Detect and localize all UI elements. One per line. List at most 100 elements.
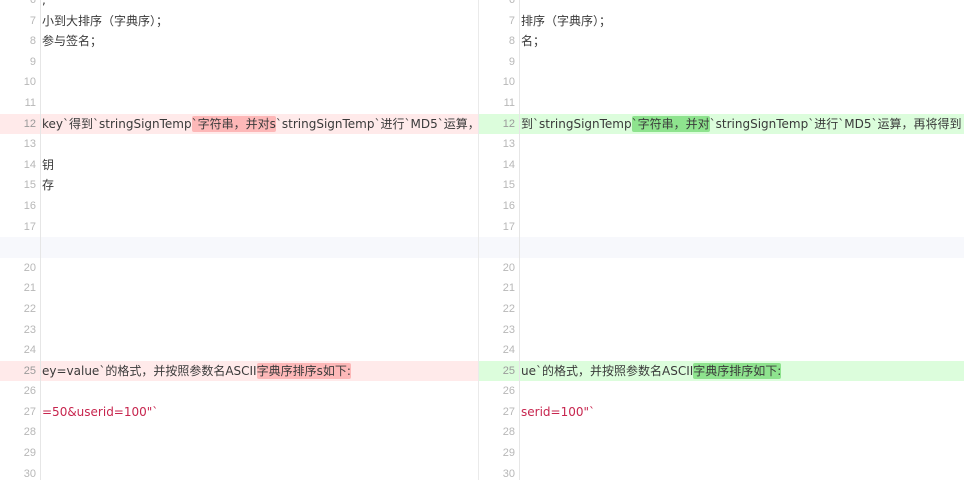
line-number: 29 [502, 447, 515, 460]
line-number: 9 [508, 55, 515, 68]
line-number: 11 [24, 96, 36, 109]
diff-line: 8 名； [479, 31, 964, 52]
diff-line: 21 [479, 278, 964, 299]
diff-pane-original[interactable]: 6, 7 小到大排序（字典序）； 8 参与签名； 9 10 11 12 key`得到`strin… [0, 0, 479, 480]
line-number: 16 [23, 199, 36, 212]
line-number: 13 [23, 138, 36, 151]
line-number: 10 [23, 76, 36, 89]
line-number: 13 [502, 138, 515, 151]
line-number: 20 [502, 261, 515, 274]
line-content: 名； [521, 31, 545, 52]
diff-line: 10 [479, 72, 964, 93]
line-number: 20 [23, 261, 36, 274]
split-diff-view: 6, 7 小到大排序（字典序）； 8 参与签名； 9 10 11 12 key`得到`strin… [0, 0, 964, 480]
line-text: 排序（字典序）； [521, 13, 612, 28]
line-number: 17 [502, 220, 515, 233]
inserted-text-highlight: 字典序排序如下: [693, 362, 782, 379]
diff-line: 17 [479, 217, 964, 238]
diff-lines: 6 7 排序（字典序）； 8 名； 9 10 11 12 到`stringSignTemp`字符串… [479, 0, 964, 480]
line-number: 15 [502, 179, 515, 192]
line-content: 钥 [42, 155, 54, 176]
line-text: 钥 [42, 157, 55, 172]
diff-line: 13 [479, 134, 964, 155]
line-number: 30 [502, 467, 515, 480]
line-number: 24 [23, 344, 36, 357]
line-content: 排序（字典序）； [521, 11, 611, 32]
line-text: ue`的格式，并按照参数名ASCII [521, 363, 694, 378]
diff-line: 23 [479, 320, 964, 341]
diff-line: 26 [479, 381, 964, 402]
diff-line: 23 [0, 320, 478, 341]
diff-line: 27 serid=100"` [479, 402, 964, 423]
diff-line: 17 [0, 217, 478, 238]
diff-line: 28 [479, 422, 964, 443]
diff-line-added: 25 ue`的格式，并按照参数名ASCII字典序排序如下: [479, 360, 964, 382]
diff-line: 24 [0, 340, 478, 361]
diff-line: 20 [0, 258, 478, 279]
inserted-text-highlight: `字符串，并对 [631, 115, 710, 132]
diff-line-deleted: 12 key`得到`stringSignTemp`字符串，并对s`stringS… [0, 113, 479, 135]
diff-line: 15 [479, 175, 964, 196]
line-number: 23 [502, 323, 515, 336]
line-number: 17 [23, 220, 36, 233]
line-number: 14 [23, 158, 36, 171]
diff-line: 20 [479, 258, 964, 279]
line-text: 名； [521, 34, 546, 49]
diff-line: 24 [479, 340, 964, 361]
line-number: 15 [23, 179, 36, 192]
line-number: 16 [502, 199, 515, 212]
line-text: =50&userid=100"` [42, 404, 159, 419]
diff-line-filler [479, 237, 964, 258]
diff-line: 14 [479, 155, 964, 176]
line-number: 28 [502, 426, 515, 439]
diff-line: 21 [0, 278, 478, 299]
diff-line: 16 [479, 196, 964, 217]
line-text: 小到大排序（字典序）； [42, 13, 169, 28]
line-text: `stringSignTemp`进行`MD5`运算， [275, 116, 479, 131]
line-number: 22 [23, 302, 36, 315]
diff-lines: 6, 7 小到大排序（字典序）； 8 参与签名； 9 10 11 12 key`得到`strin… [0, 0, 478, 480]
diff-line: 8 参与签名； [0, 31, 478, 52]
line-content: serid=100"` [521, 402, 595, 423]
line-number: 22 [502, 302, 515, 315]
diff-line: 22 [479, 299, 964, 320]
line-text: , [42, 0, 46, 7]
diff-line: 22 [0, 299, 478, 320]
diff-line: 7 小到大排序（字典序）； [0, 11, 478, 32]
line-number: 27 [23, 405, 36, 418]
diff-line: 14 钥 [0, 155, 478, 176]
line-number: 28 [23, 426, 36, 439]
line-number: 10 [502, 76, 515, 89]
line-number: 8 [29, 35, 36, 48]
line-number: 7 [29, 14, 36, 27]
line-number: 30 [23, 467, 36, 480]
line-number: 25 [502, 364, 515, 377]
diff-line: 9 [0, 52, 478, 73]
diff-line: 27 =50&userid=100"` [0, 402, 478, 423]
line-number: 21 [502, 282, 515, 295]
line-number: 8 [508, 35, 515, 48]
line-number: 29 [23, 447, 36, 460]
line-number: 12 [23, 117, 36, 130]
diff-pane-modified[interactable]: 6 7 排序（字典序）； 8 名； 9 10 11 12 到`stringSignTemp`字符串… [479, 0, 964, 480]
line-text: `stringSignTemp`进行`MD5`运算，再将得到 [709, 116, 962, 131]
line-number: 12 [502, 117, 515, 130]
diff-line: 29 [0, 443, 478, 464]
diff-line-added: 12 到`stringSignTemp`字符串，并对`stringSignTemp… [479, 113, 964, 135]
line-number: 9 [29, 55, 36, 68]
line-text: key`得到`stringSignTemp [42, 116, 192, 131]
line-text: 存 [42, 178, 55, 193]
diff-line: 15 存 [0, 175, 478, 196]
line-number: 27 [502, 405, 515, 418]
line-text: 到`stringSignTemp [521, 116, 632, 131]
line-number: 6 [29, 0, 36, 6]
line-number: 25 [23, 364, 36, 377]
diff-line: 26 [0, 381, 478, 402]
line-text: serid=100"` [521, 404, 595, 419]
line-number: 14 [502, 158, 515, 171]
line-number: 21 [23, 282, 36, 295]
line-content: 到`stringSignTemp`字符串，并对`stringSignTemp`进… [521, 114, 961, 135]
line-content: 参与签名； [42, 31, 102, 52]
line-content: key`得到`stringSignTemp`字符串，并对s`stringSign… [42, 114, 479, 135]
line-text: 参与签名； [42, 34, 103, 49]
